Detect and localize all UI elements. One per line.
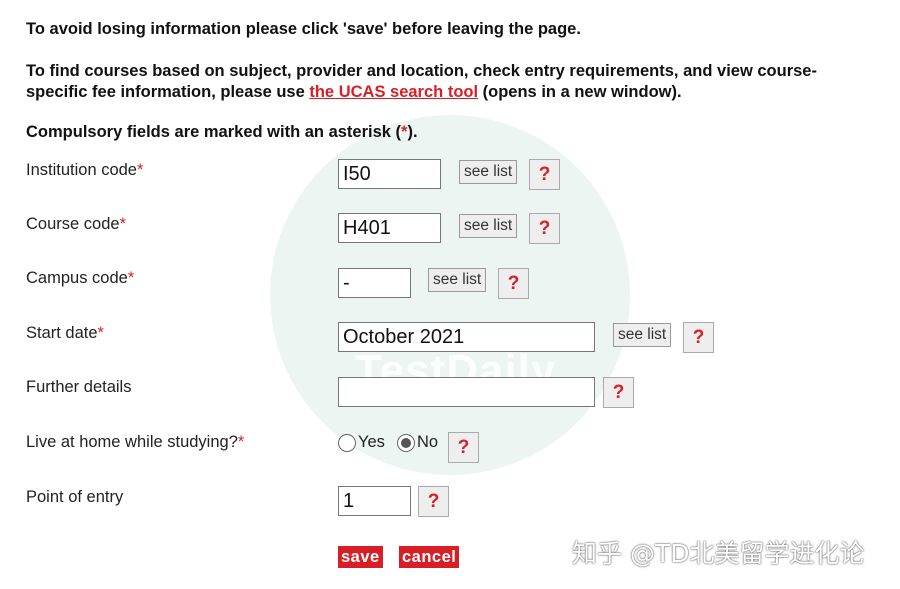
- live-at-home-label-text: Live at home while studying?: [26, 433, 238, 451]
- institution-code-label: Institution code*: [26, 161, 143, 180]
- course-code-input[interactable]: H401: [338, 213, 441, 243]
- course-see-list-button[interactable]: see list: [459, 214, 518, 238]
- compulsory-text: Compulsory fields are marked with an ast…: [26, 123, 402, 141]
- required-asterisk: *: [127, 269, 135, 287]
- search-tool-notice: To find courses based on subject, provid…: [26, 61, 817, 103]
- live-at-home-no-radio[interactable]: [397, 434, 415, 452]
- campus-see-list-button[interactable]: see list: [428, 268, 487, 292]
- further-details-label: Further details: [26, 378, 132, 396]
- start-date-label: Start date*: [26, 324, 104, 343]
- search-notice-line1: To find courses based on subject, provid…: [26, 62, 817, 80]
- point-of-entry-help-button[interactable]: ?: [418, 486, 449, 517]
- course-help-button[interactable]: ?: [529, 213, 560, 244]
- point-of-entry-input[interactable]: 1: [338, 486, 411, 516]
- live-at-home-yes-radio[interactable]: [338, 434, 356, 452]
- cancel-button[interactable]: cancel: [399, 546, 460, 568]
- required-asterisk: *: [119, 215, 126, 233]
- further-details-input[interactable]: [338, 377, 595, 407]
- search-notice-line2: specific fee information, please use: [26, 83, 310, 101]
- course-code-label-text: Course code: [26, 215, 120, 233]
- required-asterisk: *: [237, 433, 245, 451]
- ucas-search-tool-link[interactable]: the UCAS search tool: [309, 83, 478, 101]
- point-of-entry-label: Point of entry: [26, 488, 124, 506]
- further-details-help-button[interactable]: ?: [603, 377, 634, 408]
- watermark-circle: [270, 115, 630, 475]
- live-at-home-help-button[interactable]: ?: [448, 432, 479, 463]
- required-asterisk: *: [137, 161, 144, 179]
- search-notice-after: (opens in a new window).: [478, 83, 682, 101]
- start-date-help-button[interactable]: ?: [683, 322, 714, 353]
- ucas-form-page: TestDaily To avoid losing information pl…: [0, 0, 900, 589]
- start-date-label-text: Start date: [26, 324, 98, 342]
- campus-help-button[interactable]: ?: [498, 268, 529, 299]
- required-asterisk: *: [97, 324, 104, 342]
- campus-code-input[interactable]: -: [338, 268, 411, 298]
- institution-help-button[interactable]: ?: [529, 159, 560, 190]
- start-date-see-list-button[interactable]: see list: [613, 323, 672, 347]
- compulsory-close: ).: [407, 123, 418, 141]
- campus-code-label-text: Campus code: [26, 269, 128, 287]
- campus-code-label: Campus code*: [26, 269, 134, 288]
- compulsory-notice: Compulsory fields are marked with an ast…: [26, 122, 418, 143]
- institution-see-list-button[interactable]: see list: [459, 160, 518, 184]
- save-notice: To avoid losing information please click…: [26, 20, 581, 38]
- zhihu-watermark: 知乎 @TD北美留学进化论: [572, 539, 865, 568]
- start-date-input[interactable]: October 2021: [338, 322, 595, 352]
- institution-code-input[interactable]: I50: [338, 159, 441, 189]
- institution-code-label-text: Institution code: [26, 161, 137, 179]
- live-at-home-label: Live at home while studying?*: [26, 433, 244, 452]
- save-button[interactable]: save: [338, 546, 383, 568]
- live-at-home-yes-label[interactable]: Yes: [358, 433, 385, 452]
- live-at-home-no-label[interactable]: No: [417, 433, 438, 452]
- course-code-label: Course code*: [26, 215, 126, 234]
